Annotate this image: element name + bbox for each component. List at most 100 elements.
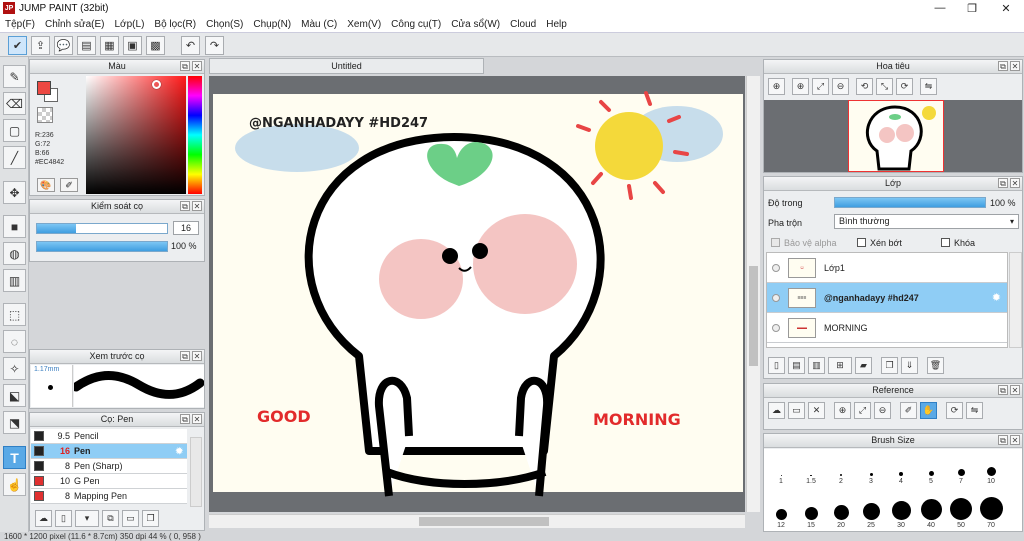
new-layer-icon[interactable]: ▯ <box>768 357 785 374</box>
fit-rotate-icon[interactable]: ⤡ <box>876 78 893 95</box>
brush-size-preset[interactable]: 7 <box>946 453 976 485</box>
color-picker-cursor[interactable] <box>152 80 161 89</box>
select-eraser-tool-icon[interactable]: ⬔ <box>3 411 26 434</box>
vscroll-thumb[interactable] <box>749 266 758 366</box>
text-tool-icon[interactable]: T <box>3 446 26 469</box>
brush-size-preset[interactable]: 30 <box>886 493 916 529</box>
panel-close-icon[interactable]: ✕ <box>1010 61 1020 71</box>
menu-edit[interactable]: Chỉnh sửa(E) <box>40 19 110 30</box>
brush-size-preset[interactable]: 20 <box>826 493 856 529</box>
panel-float-icon[interactable]: ⧉ <box>180 351 190 361</box>
brush-item-pen[interactable]: 16 Pen ✹ <box>31 444 187 459</box>
merge-layer-icon[interactable]: ⇓ <box>901 357 918 374</box>
fill-rect-tool-icon[interactable]: ■ <box>3 215 26 238</box>
layer-row[interactable]: ≡≡≡ @nganhadayy #hd247 ✹ <box>767 283 1007 313</box>
navigator-thumbnail[interactable] <box>848 100 944 172</box>
export-icon[interactable]: ⇪ <box>31 36 50 55</box>
page-icon[interactable]: ▦ <box>100 36 119 55</box>
grid-settings-icon[interactable]: ▩ <box>146 36 165 55</box>
undo-icon[interactable]: ↶ <box>181 36 200 55</box>
brush-size-preset[interactable]: 5 <box>916 453 946 485</box>
layer-opacity-slider[interactable] <box>834 197 986 208</box>
document-icon[interactable]: ▣ <box>123 36 142 55</box>
panel-close-icon[interactable]: ✕ <box>1010 385 1020 395</box>
panel-close-icon[interactable]: ✕ <box>192 201 202 211</box>
menu-help[interactable]: Help <box>541 19 572 30</box>
brush-size-preset[interactable]: 15 <box>796 493 826 529</box>
close-button[interactable]: ✕ <box>990 0 1022 16</box>
visibility-icon[interactable] <box>772 323 780 332</box>
brush-size-preset[interactable]: 4 <box>886 453 916 485</box>
lasso-tool-icon[interactable]: ◌ <box>3 330 26 353</box>
panel-float-icon[interactable]: ⧉ <box>180 61 190 71</box>
move-tool-icon[interactable]: ✥ <box>3 181 26 204</box>
select-pen-tool-icon[interactable]: ⬕ <box>3 384 26 407</box>
brush-size-input[interactable]: 16 <box>173 221 199 235</box>
document-tab[interactable]: Untitled <box>209 58 484 74</box>
primary-color-swatch[interactable] <box>37 81 51 95</box>
flip-icon[interactable]: ⇋ <box>966 402 983 419</box>
new-brush-icon[interactable]: ▯ <box>55 510 72 527</box>
panel-close-icon[interactable]: ✕ <box>192 61 202 71</box>
cloud-download-icon[interactable]: ☁ <box>35 510 52 527</box>
rotate-icon[interactable]: ⟳ <box>946 402 963 419</box>
menu-filter[interactable]: Bộ lọc(R) <box>149 19 201 30</box>
brush-size-preset[interactable]: 25 <box>856 493 886 529</box>
clipping-checkbox[interactable]: Xén bớt <box>857 238 902 248</box>
trash-icon[interactable]: 🗑 <box>927 357 944 374</box>
visibility-icon[interactable] <box>772 263 780 272</box>
zoom-in-alt-icon[interactable]: ⊕ <box>792 78 809 95</box>
menu-tools[interactable]: Công cụ(T) <box>386 19 446 30</box>
panel-float-icon[interactable]: ⧉ <box>180 414 190 424</box>
brush-item-pen-sharp[interactable]: 8 Pen (Sharp) <box>31 459 187 474</box>
brush-opacity-slider[interactable] <box>36 241 168 252</box>
select-rect-tool-icon[interactable]: ▢ <box>3 119 26 142</box>
layer-row[interactable]: ☺ Lớp1 <box>767 253 1007 283</box>
fit-icon[interactable]: ⤢ <box>854 402 871 419</box>
fit-screen-icon[interactable]: ⤢ <box>812 78 829 95</box>
brush-size-preset[interactable]: 12 <box>766 493 796 529</box>
panel-float-icon[interactable]: ⧉ <box>998 435 1008 445</box>
panel-close-icon[interactable]: ✕ <box>1010 435 1020 445</box>
bucket-tool-icon[interactable]: ◍ <box>3 242 26 265</box>
marquee-tool-icon[interactable]: ⬚ <box>3 303 26 326</box>
magic-wand-tool-icon[interactable]: ✧ <box>3 357 26 380</box>
panel-close-icon[interactable]: ✕ <box>1010 178 1020 188</box>
maximize-button[interactable]: ❐ <box>956 0 988 16</box>
gear-icon[interactable]: ✹ <box>175 446 183 457</box>
zoom-out-icon[interactable]: ⊖ <box>832 78 849 95</box>
new-1bit-layer-icon[interactable]: ▥ <box>808 357 825 374</box>
folder-icon[interactable]: ▭ <box>122 510 139 527</box>
hand-icon[interactable]: ✋ <box>920 402 937 419</box>
blend-mode-select[interactable]: Bình thường ▾ <box>834 214 1019 229</box>
copy-brush-icon[interactable]: ⧉ <box>102 510 119 527</box>
duplicate-layer-icon[interactable]: ❐ <box>881 357 898 374</box>
rotate-right-icon[interactable]: ⟳ <box>896 78 913 95</box>
gear-icon[interactable]: ✹ <box>992 291 1001 304</box>
menu-layer[interactable]: Lớp(L) <box>110 19 150 30</box>
lock-checkbox[interactable]: Khóa <box>941 238 975 248</box>
brush-tool-icon[interactable]: ✎ <box>3 65 26 88</box>
brush-size-preset[interactable]: 10 <box>976 453 1006 485</box>
zoom-in-icon[interactable]: ⊕ <box>768 78 785 95</box>
zoom-out-icon[interactable]: ⊖ <box>874 402 891 419</box>
flip-icon[interactable]: ⇋ <box>920 78 937 95</box>
menu-view[interactable]: Xem(V) <box>342 19 386 30</box>
layer-row[interactable]: ▬▬ MORNING <box>767 313 1007 343</box>
new-8bit-layer-icon[interactable]: ▤ <box>788 357 805 374</box>
brush-size-preset[interactable]: 40 <box>916 493 946 529</box>
visibility-icon[interactable] <box>772 293 780 302</box>
folder-icon[interactable]: ▰ <box>855 357 872 374</box>
saturation-value-picker[interactable] <box>86 76 186 194</box>
transparent-color-swatch[interactable] <box>37 107 53 123</box>
gradient-tool-icon[interactable]: ▥ <box>3 269 26 292</box>
cloud-icon[interactable]: ☁ <box>768 402 785 419</box>
panel-float-icon[interactable]: ⧉ <box>998 178 1008 188</box>
brush-size-preset[interactable]: 2 <box>826 453 856 485</box>
brush-size-preset[interactable]: 70 <box>976 493 1006 529</box>
panel-float-icon[interactable]: ⧉ <box>180 201 190 211</box>
panel-float-icon[interactable]: ⧉ <box>998 61 1008 71</box>
add-layer-dropdown-icon[interactable]: ⊞ <box>828 357 852 374</box>
canvas-horizontal-scrollbar[interactable] <box>209 514 745 528</box>
hand-tool-icon[interactable]: ☝ <box>3 473 26 496</box>
